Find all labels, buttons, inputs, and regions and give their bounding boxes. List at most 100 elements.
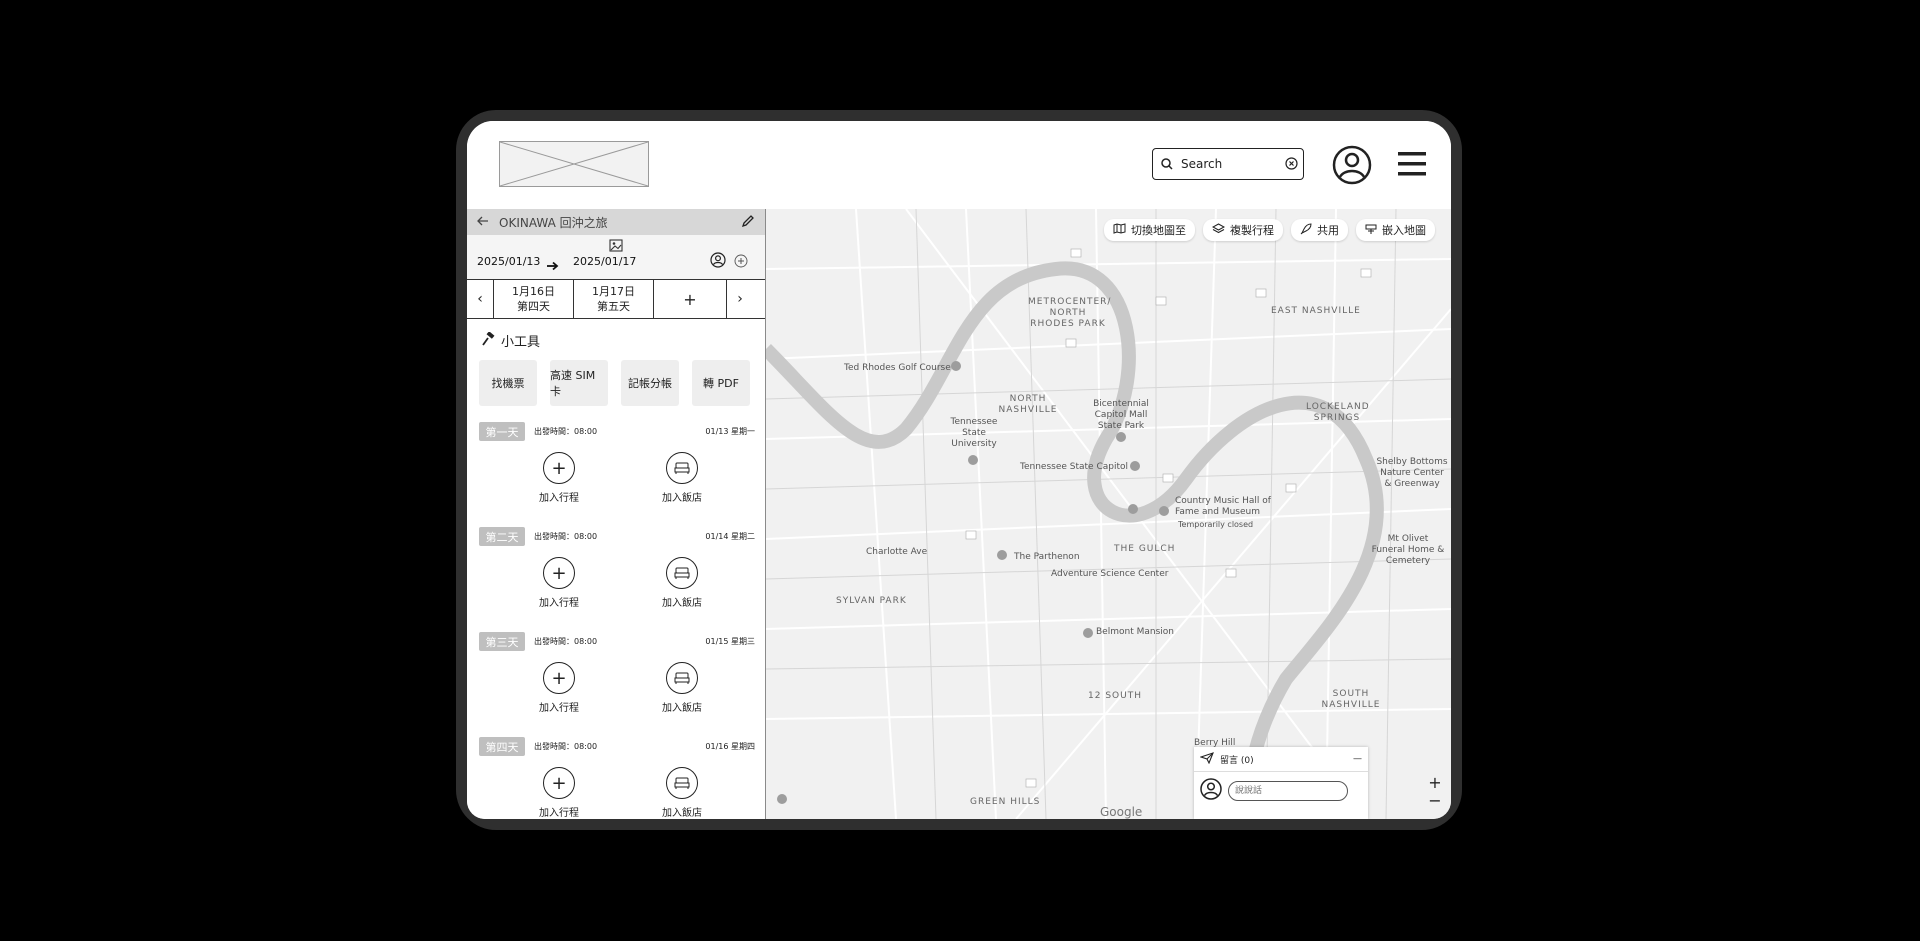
tools-row: 找機票 高速 SIM 卡 記帳分帳 轉 PDF	[467, 350, 765, 406]
zoom-in-button[interactable]: +	[1427, 775, 1443, 791]
layers-icon	[1211, 223, 1226, 237]
tool-export-pdf-button[interactable]: 轉 PDF	[692, 360, 750, 406]
top-header	[467, 121, 1451, 210]
add-hotel-button[interactable]: 加入飯店	[647, 452, 717, 504]
add-plan-label: 加入行程	[539, 493, 579, 504]
day-badge: 第四天	[479, 737, 525, 756]
add-companion-icon[interactable]	[734, 253, 748, 272]
commenter-avatar-icon	[1200, 778, 1222, 804]
map-label: Mt Olivet Funeral Home & Cemetery	[1371, 534, 1445, 566]
map-label: Tennessee State Capitol	[1020, 462, 1128, 472]
add-hotel-label: 加入飯店	[662, 703, 702, 714]
trip-title-bar: OKINAWA 回沖之旅	[467, 209, 765, 235]
prev-day-chevron-icon[interactable]: ‹	[467, 280, 493, 318]
tab-day-label: 第四天	[517, 300, 550, 313]
map-icon	[1113, 223, 1126, 237]
trip-title: OKINAWA 回沖之旅	[499, 215, 608, 230]
map-label: EAST NASHVILLE	[1271, 306, 1361, 316]
day-date: 01/16 星期四	[705, 742, 755, 751]
logo-placeholder[interactable]	[499, 141, 649, 187]
add-hotel-label: 加入飯店	[662, 598, 702, 609]
bed-icon	[666, 557, 698, 589]
tool-sim-card-button[interactable]: 高速 SIM 卡	[550, 360, 608, 406]
switch-map-label: 切換地圖至	[1131, 224, 1186, 237]
map-view[interactable]: 切換地圖至 複製行程 共用 嵌入地圖 METROCENTER/ NORTH RH…	[766, 209, 1451, 819]
search-icon	[1161, 155, 1173, 174]
add-plan-button[interactable]: + 加入行程	[524, 452, 594, 504]
days-list: 第一天 出發時間：08:00 01/13 星期一 + 加入行程 加入飯店 第二天…	[467, 412, 765, 819]
tab-day-label: 第五天	[597, 300, 630, 313]
day-badge: 第三天	[479, 632, 525, 651]
start-date[interactable]: 2025/01/13	[477, 255, 540, 268]
tool-split-expenses-button[interactable]: 記帳分帳	[621, 360, 679, 406]
map-label: Ted Rhodes Golf Course	[844, 363, 951, 373]
embed-map-label: 嵌入地圖	[1382, 224, 1426, 237]
hamburger-menu-icon[interactable]	[1397, 147, 1427, 181]
comment-input[interactable]	[1228, 781, 1348, 801]
tool-find-flights-button[interactable]: 找機票	[479, 360, 537, 406]
share-label: 共用	[1317, 224, 1339, 237]
minimize-button[interactable]: —	[1353, 754, 1362, 764]
add-day-tab[interactable]: +	[653, 280, 727, 318]
change-cover-image-icon[interactable]	[609, 237, 623, 256]
map-label: 12 SOUTH	[1088, 691, 1142, 701]
logo-image-icon	[500, 142, 648, 186]
map-label: Temporarily closed	[1178, 520, 1254, 529]
day-tabs: ‹ 1月16日 第四天 1月17日 第五天 + ›	[467, 279, 765, 319]
departure-time[interactable]: 出發時間：08:00	[534, 741, 597, 752]
map-label: Shelby Bottoms Nature Center & Greenway	[1376, 457, 1448, 489]
departure-time[interactable]: 出發時間：08:00	[534, 531, 597, 542]
plus-circle-icon: +	[543, 767, 575, 799]
tab-date: 1月16日	[512, 285, 555, 298]
end-date[interactable]: 2025/01/17	[573, 255, 636, 268]
departure-time[interactable]: 出發時間：08:00	[534, 426, 597, 437]
bed-icon	[666, 452, 698, 484]
search-input[interactable]	[1179, 156, 1279, 172]
share-button[interactable]: 共用	[1291, 219, 1348, 241]
edit-pencil-icon[interactable]	[741, 214, 755, 231]
bed-icon	[666, 662, 698, 694]
embed-map-button[interactable]: 嵌入地圖	[1356, 219, 1435, 241]
add-plan-button[interactable]: + 加入行程	[524, 767, 594, 819]
departure-time[interactable]: 出發時間：08:00	[534, 636, 597, 647]
add-hotel-button[interactable]: 加入飯店	[647, 662, 717, 714]
add-plan-button[interactable]: + 加入行程	[524, 662, 594, 714]
map-label: SYLVAN PARK	[836, 596, 907, 606]
switch-map-button[interactable]: 切換地圖至	[1104, 219, 1195, 241]
copy-itinerary-button[interactable]: 複製行程	[1203, 219, 1283, 241]
day-date: 01/13 星期一	[705, 427, 755, 436]
day-badge: 第二天	[479, 527, 525, 546]
day-badge: 第一天	[479, 422, 525, 441]
user-account-icon[interactable]	[1331, 144, 1373, 186]
zoom-out-button[interactable]: −	[1427, 793, 1443, 809]
comment-box: 留言 (0) —	[1194, 747, 1368, 819]
google-attribution: Google	[1100, 805, 1143, 819]
day-section-2: 第二天 出發時間：08:00 01/14 星期二 + 加入行程 加入飯店	[467, 517, 765, 622]
app-screen: OKINAWA 回沖之旅 2025/01/13 2025/01/17 ‹	[467, 121, 1451, 819]
map-label: GREEN HILLS	[970, 797, 1041, 807]
bed-icon	[666, 767, 698, 799]
map-label: Adventure Science Center	[1051, 569, 1169, 579]
tab-date: 1月17日	[592, 285, 635, 298]
map-label: The Parthenon	[1014, 552, 1080, 562]
add-hotel-button[interactable]: 加入飯店	[647, 767, 717, 819]
map-label: Belmont Mansion	[1096, 627, 1174, 637]
itinerary-panel: OKINAWA 回沖之旅 2025/01/13 2025/01/17 ‹ 1月1…	[467, 209, 766, 819]
tools-title: 小工具	[501, 335, 541, 350]
next-day-chevron-icon[interactable]: ›	[727, 280, 753, 318]
back-arrow-icon[interactable]	[477, 215, 489, 229]
trip-dates: 2025/01/13 2025/01/17	[467, 235, 765, 279]
add-plan-button[interactable]: + 加入行程	[524, 557, 594, 609]
clear-search-icon[interactable]	[1285, 155, 1298, 174]
tab-day-5[interactable]: 1月17日 第五天	[573, 280, 653, 318]
day-section-1: 第一天 出發時間：08:00 01/13 星期一 + 加入行程 加入飯店	[467, 412, 765, 517]
day-section-4: 第四天 出發時間：08:00 01/16 星期四 + 加入行程 加入飯店	[467, 727, 765, 819]
tools-header: 小工具	[467, 319, 765, 350]
travel-companion-icon[interactable]	[710, 252, 726, 272]
tab-day-4[interactable]: 1月16日 第四天	[493, 280, 573, 318]
day-section-3: 第三天 出發時間：08:00 01/15 星期三 + 加入行程 加入飯店	[467, 622, 765, 727]
embed-icon	[1365, 223, 1377, 238]
map-label: NORTH NASHVILLE	[998, 394, 1058, 415]
add-hotel-button[interactable]: 加入飯店	[647, 557, 717, 609]
map-label: Bicentennial Capitol Mall State Park	[1093, 399, 1149, 431]
